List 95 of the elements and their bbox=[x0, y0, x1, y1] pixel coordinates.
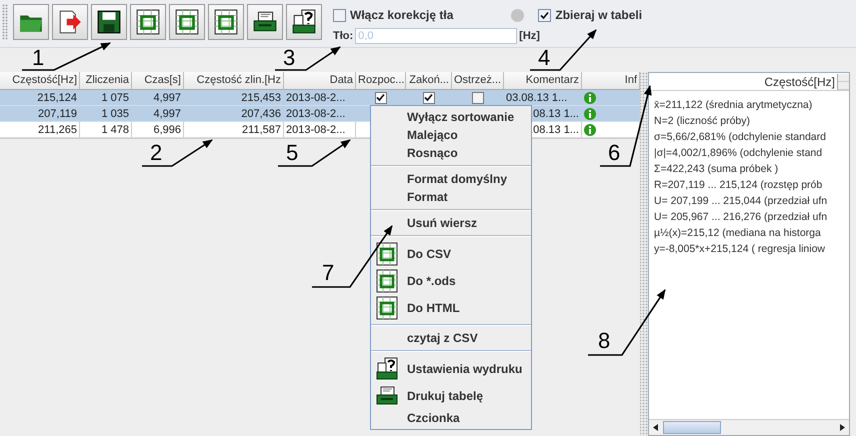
toolbar-button[interactable] bbox=[52, 4, 88, 40]
checkbox[interactable] bbox=[333, 8, 346, 22]
spreadsheet-icon bbox=[375, 268, 399, 292]
menu-item[interactable]: Czcionka bbox=[371, 409, 531, 427]
statistics-line: µ½(x)=215,12 (mediana na historga bbox=[654, 226, 822, 241]
column-header[interactable]: Rozpoc... bbox=[356, 72, 406, 89]
statistics-line: U= 205,967 ... 216,276 (przedział ufn bbox=[654, 210, 828, 225]
callout-number: 3 bbox=[283, 47, 296, 69]
toolbar-button[interactable] bbox=[247, 4, 283, 40]
checkbox[interactable] bbox=[538, 8, 552, 22]
info-icon bbox=[584, 124, 596, 136]
table-cell: .08.13 1... bbox=[530, 124, 579, 136]
statistics-line: x̄=211,122 (średnia arytmetyczna) bbox=[654, 98, 814, 113]
toolbar-button[interactable] bbox=[13, 4, 49, 40]
callout-arrow bbox=[275, 46, 341, 71]
printer-question-icon bbox=[375, 356, 399, 380]
table-cell: .08.13 1... bbox=[530, 108, 579, 120]
table-cell: 211,265 bbox=[38, 124, 77, 136]
callout-number: 5 bbox=[286, 142, 298, 164]
statistics-line: U= 207,199 ... 215,044 (przedział ufn bbox=[654, 194, 828, 209]
table-cell: 1 478 bbox=[101, 124, 129, 136]
statistics-line: |σ|=4,002/1,896% (odchylenie stand bbox=[654, 146, 824, 161]
column-header[interactable]: Ostrzeż... bbox=[452, 72, 504, 89]
statistics-line: y=-8,005*x+215,124 ( regresja liniow bbox=[654, 242, 826, 257]
menu-item[interactable]: Do HTML bbox=[371, 294, 531, 321]
toolbar-button[interactable] bbox=[169, 4, 205, 40]
menu-item[interactable]: Usuń wiersz bbox=[371, 214, 531, 232]
menu-item[interactable]: Rosnąco bbox=[371, 144, 531, 162]
column-header[interactable]: Częstość zlin.[Hz bbox=[184, 72, 284, 89]
unit-label: [Hz] bbox=[519, 30, 540, 42]
checkbox-label: Zbieraj w tabeli bbox=[555, 8, 642, 22]
table-cell: 207,436 bbox=[241, 108, 281, 120]
spreadsheet-icon bbox=[375, 296, 399, 320]
table-cell: 1 075 bbox=[101, 92, 129, 104]
checkbox-label: Włącz korekcję tła bbox=[350, 8, 454, 22]
table-cell: 1 035 bbox=[101, 108, 129, 120]
table-cell: 4,997 bbox=[153, 92, 181, 104]
table-cell: 6,996 bbox=[153, 124, 181, 136]
menu-item[interactable]: Drukuj tabelę bbox=[371, 382, 531, 409]
statistics-line: N=2 (liczność próby) bbox=[654, 114, 751, 129]
column-selector[interactable]: Częstość[Hz] bbox=[764, 74, 837, 88]
printer-icon bbox=[375, 384, 399, 408]
column-header[interactable]: Komentarz bbox=[504, 72, 582, 89]
callout-number: 7 bbox=[322, 262, 334, 284]
toolbar-button[interactable] bbox=[91, 4, 127, 40]
printer-question-icon bbox=[291, 9, 317, 35]
menu-item[interactable]: Format domyślny bbox=[371, 170, 531, 188]
table-row[interactable]: 215,124 1 075 4,997 215,453 2013-08-2... 03.08.13 1... bbox=[0, 90, 640, 106]
field-label: Tło: bbox=[333, 30, 354, 42]
splitter[interactable] bbox=[640, 72, 648, 436]
table-cell: 211,587 bbox=[242, 124, 281, 136]
callout-number: 6 bbox=[608, 142, 620, 164]
table-cell: 03.08.13 1... bbox=[506, 92, 568, 104]
checkbox[interactable] bbox=[472, 92, 484, 104]
column-header[interactable]: Data bbox=[284, 72, 356, 89]
callout-number: 8 bbox=[598, 330, 610, 352]
import-icon bbox=[57, 9, 83, 35]
column-header[interactable]: Czas[s] bbox=[132, 72, 184, 89]
spreadsheet-icon bbox=[174, 9, 200, 35]
input-field[interactable]: 0,0 bbox=[355, 28, 518, 44]
statistics-line: R=207,119 ... 215,124 (rozstęp prób bbox=[654, 178, 824, 193]
info-icon bbox=[584, 92, 596, 104]
menu-item[interactable]: Do CSV bbox=[371, 240, 531, 267]
callout-arrow bbox=[142, 139, 213, 167]
toolbar-button[interactable] bbox=[130, 4, 166, 40]
menu-item[interactable]: Ustawienia wydruku bbox=[371, 355, 531, 382]
status-indicator bbox=[511, 8, 524, 22]
toolbar-button[interactable] bbox=[208, 4, 244, 40]
horizontal-scrollbar[interactable] bbox=[649, 419, 849, 435]
menu-item[interactable]: Format bbox=[371, 188, 531, 206]
table-cell: 2013-08-2... bbox=[286, 92, 346, 104]
table-cell: 2013-08-2... bbox=[286, 108, 346, 120]
column-header[interactable]: Inf bbox=[582, 72, 640, 89]
callout-number: 2 bbox=[150, 142, 162, 164]
menu-item[interactable]: czytaj z CSV bbox=[371, 329, 531, 347]
column-header[interactable]: Zakoń... bbox=[406, 72, 452, 89]
checkbox[interactable] bbox=[374, 92, 386, 104]
table-cell: 2013-08-2... bbox=[286, 124, 346, 136]
statistics-line: Σ=422,243 (suma próbek ) bbox=[654, 162, 780, 177]
column-header[interactable]: Częstość[Hz] bbox=[0, 72, 80, 89]
toolbar-button[interactable] bbox=[286, 4, 322, 40]
table-cell: 4,997 bbox=[153, 108, 181, 120]
spreadsheet-icon bbox=[375, 242, 399, 266]
spreadsheet-icon bbox=[213, 9, 239, 35]
column-header[interactable]: Zliczenia bbox=[80, 72, 132, 89]
info-icon bbox=[584, 108, 596, 120]
table-cell: 215,453 bbox=[241, 92, 281, 104]
table-cell: 215,124 bbox=[37, 92, 77, 104]
callout-number: 1 bbox=[32, 47, 44, 69]
table-cell: 207,119 bbox=[38, 108, 77, 120]
menu-item[interactable]: Do *.ods bbox=[371, 267, 531, 294]
statistics-line: σ=5,66/2,681% (odchylenie standard bbox=[654, 130, 827, 145]
callout-number: 4 bbox=[538, 47, 550, 69]
checkbox[interactable] bbox=[422, 92, 434, 104]
spreadsheet-icon bbox=[135, 9, 161, 35]
